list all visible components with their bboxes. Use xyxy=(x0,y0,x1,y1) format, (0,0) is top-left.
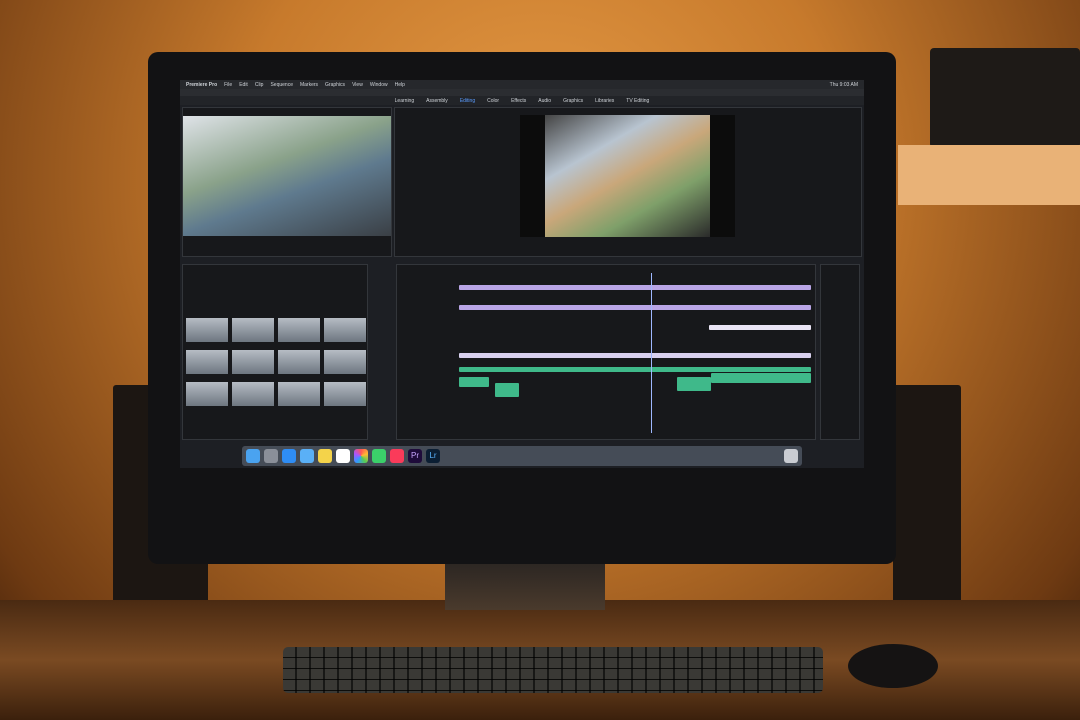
premiere-pro-icon[interactable]: Pr xyxy=(408,449,422,463)
audio-clip[interactable] xyxy=(677,377,711,391)
audio-meters xyxy=(820,264,860,440)
title-bar xyxy=(180,89,864,96)
audio-clip[interactable] xyxy=(495,383,519,397)
music-icon[interactable] xyxy=(390,449,404,463)
thumbnail[interactable] xyxy=(324,382,366,406)
video-clip[interactable] xyxy=(459,305,811,310)
menu-markers[interactable]: Markers xyxy=(300,82,318,88)
notes-icon[interactable] xyxy=(318,449,332,463)
source-video-frame xyxy=(183,116,391,236)
media-thumbnails xyxy=(186,318,366,406)
workspace-tv-editing[interactable]: TV Editing xyxy=(626,98,649,104)
lightroom-icon[interactable]: Lr xyxy=(426,449,440,463)
screen: Premiere Pro File Edit Clip Sequence Mar… xyxy=(180,80,864,468)
calendar-icon[interactable] xyxy=(336,449,350,463)
thumbnail[interactable] xyxy=(186,350,228,374)
mouse xyxy=(848,644,938,688)
playhead[interactable] xyxy=(651,273,652,433)
thumbnail[interactable] xyxy=(278,318,320,342)
dock: Pr Lr xyxy=(242,446,802,466)
workspace-graphics[interactable]: Graphics xyxy=(563,98,583,104)
workspace-libraries[interactable]: Libraries xyxy=(595,98,614,104)
menu-clip[interactable]: Clip xyxy=(255,82,264,88)
audio-clip[interactable] xyxy=(711,373,811,383)
thumbnail[interactable] xyxy=(232,350,274,374)
messages-icon[interactable] xyxy=(372,449,386,463)
thumbnail[interactable] xyxy=(324,318,366,342)
thumbnail[interactable] xyxy=(186,382,228,406)
menu-app[interactable]: Premiere Pro xyxy=(186,82,217,88)
keyboard xyxy=(283,647,823,693)
menu-edit[interactable]: Edit xyxy=(239,82,248,88)
workspace-learning[interactable]: Learning xyxy=(395,98,414,104)
menu-view[interactable]: View xyxy=(352,82,363,88)
program-video-frame xyxy=(520,115,735,237)
audio-clip[interactable] xyxy=(459,377,489,387)
audio-clip[interactable] xyxy=(459,367,811,372)
timeline-panel xyxy=(396,264,816,440)
workspace-bar: Learning Assembly Editing Color Effects … xyxy=(180,96,864,105)
workspace-editing[interactable]: Editing xyxy=(460,98,475,104)
workspace-audio[interactable]: Audio xyxy=(538,98,551,104)
thumbnail[interactable] xyxy=(324,350,366,374)
workspace-effects[interactable]: Effects xyxy=(511,98,526,104)
finder-icon[interactable] xyxy=(246,449,260,463)
thumbnail[interactable] xyxy=(186,318,228,342)
menu-bar: Premiere Pro File Edit Clip Sequence Mar… xyxy=(180,80,864,89)
trash-icon[interactable] xyxy=(784,449,798,463)
thumbnail[interactable] xyxy=(232,318,274,342)
launchpad-icon[interactable] xyxy=(264,449,278,463)
photos-icon[interactable] xyxy=(354,449,368,463)
monitor-stand xyxy=(445,560,605,610)
workspace-assembly[interactable]: Assembly xyxy=(426,98,448,104)
thumbnail[interactable] xyxy=(278,350,320,374)
video-clip[interactable] xyxy=(459,353,811,358)
menu-graphics[interactable]: Graphics xyxy=(325,82,345,88)
menu-sequence[interactable]: Sequence xyxy=(270,82,293,88)
wall-shelf xyxy=(898,145,1080,205)
shelf-speaker xyxy=(930,48,1080,148)
video-clip[interactable] xyxy=(709,325,811,330)
right-speaker xyxy=(893,385,961,610)
clock: Thu 9:03 AM xyxy=(829,81,858,88)
thumbnail[interactable] xyxy=(232,382,274,406)
thumbnail[interactable] xyxy=(278,382,320,406)
menu-window[interactable]: Window xyxy=(370,82,388,88)
video-clip[interactable] xyxy=(459,285,811,290)
safari-icon[interactable] xyxy=(282,449,296,463)
menu-file[interactable]: File xyxy=(224,82,232,88)
mail-icon[interactable] xyxy=(300,449,314,463)
menu-help[interactable]: Help xyxy=(395,82,405,88)
workspace-color[interactable]: Color xyxy=(487,98,499,104)
